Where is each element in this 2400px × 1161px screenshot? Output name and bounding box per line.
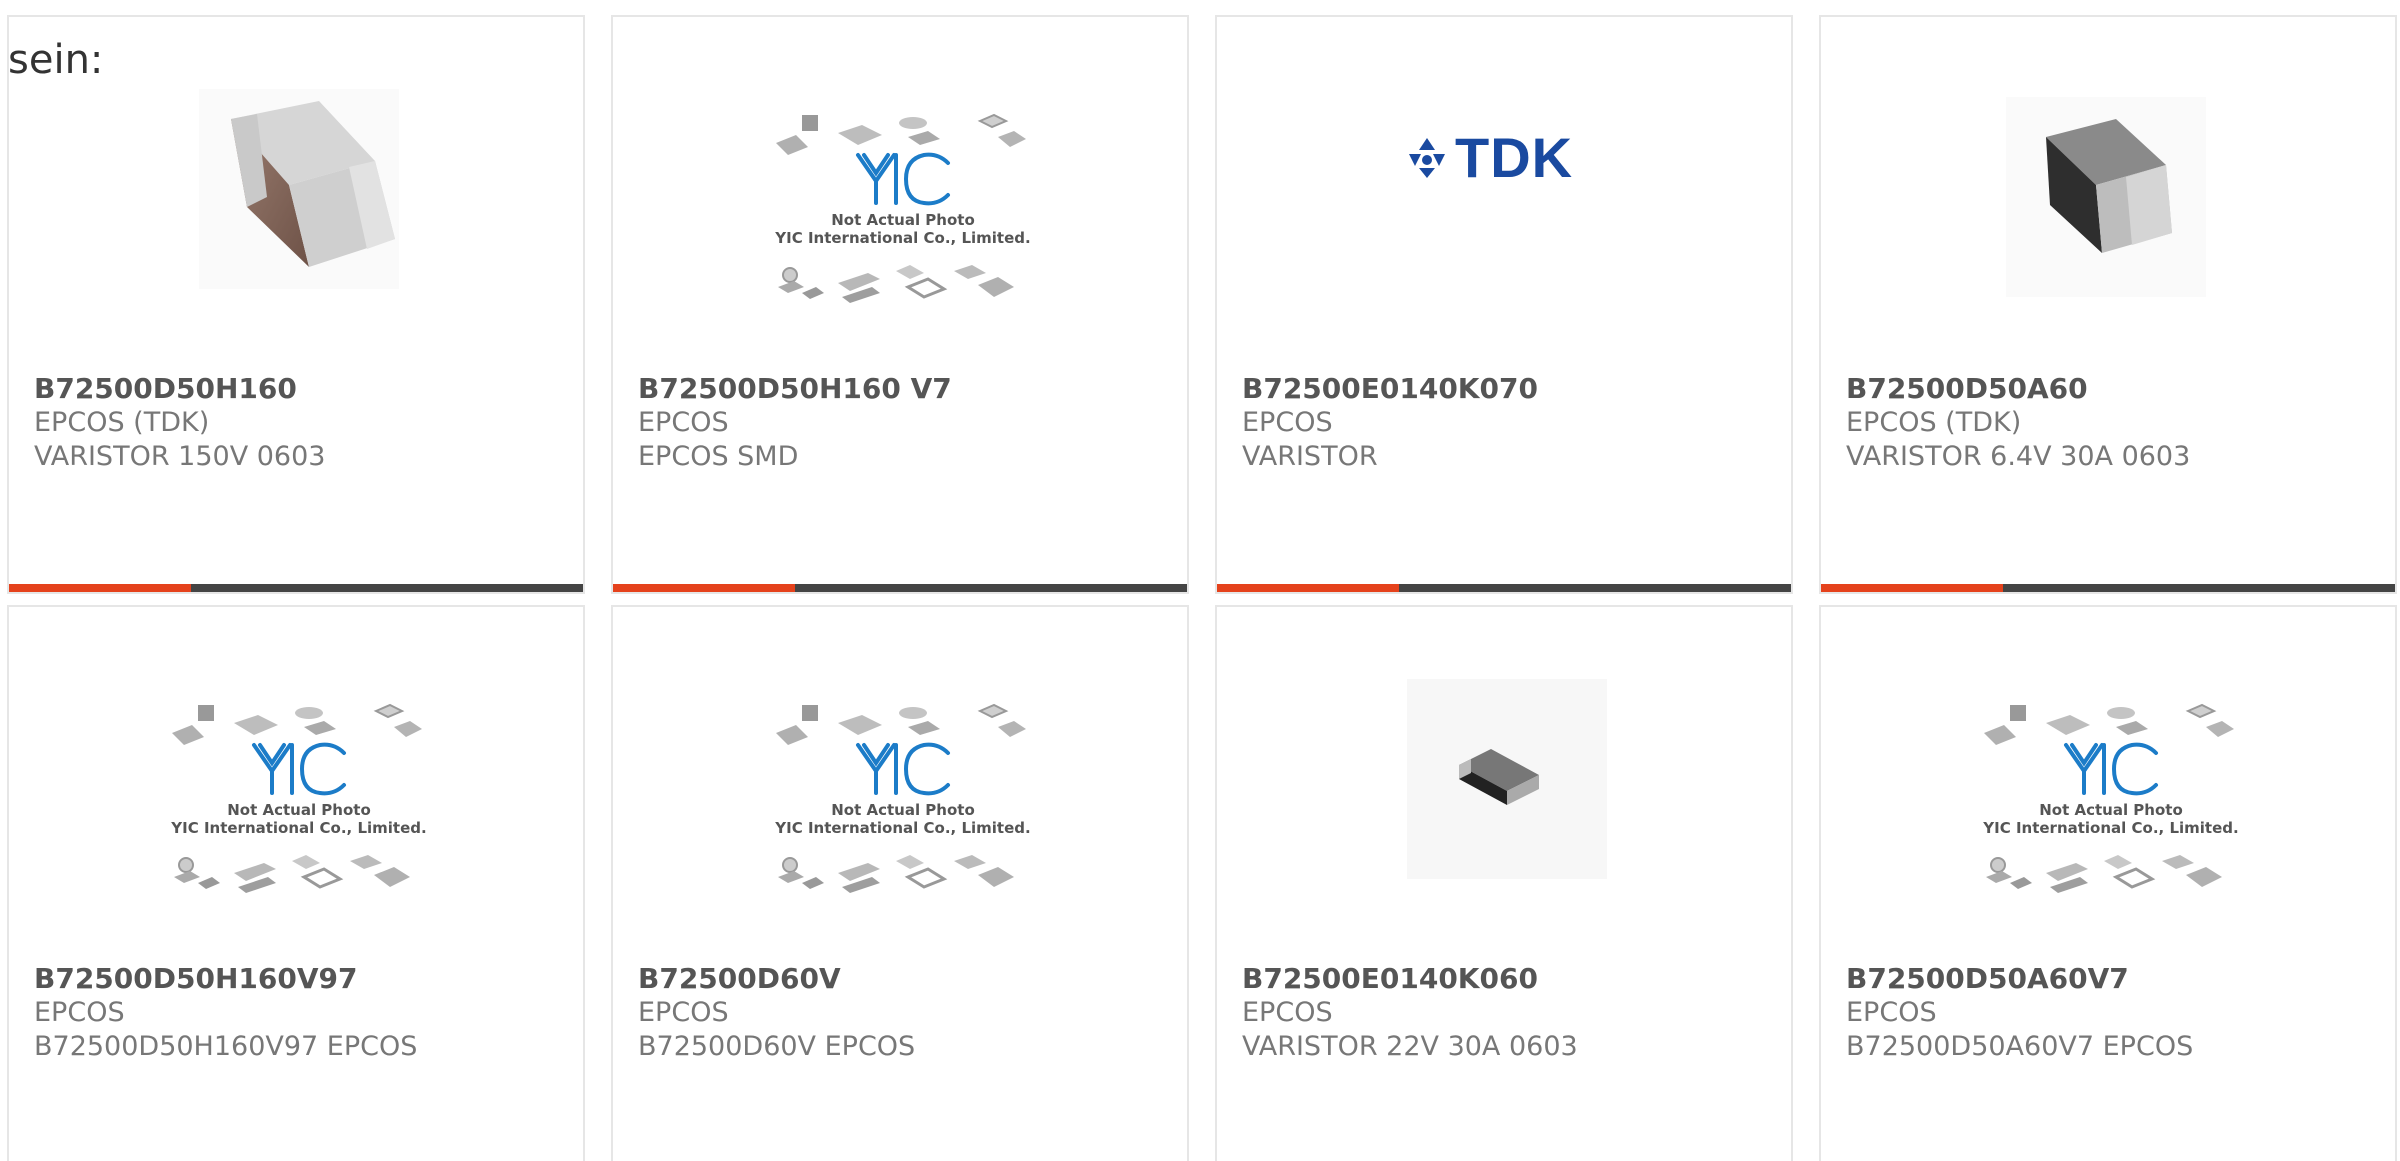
product-manufacturer: EPCOS <box>1846 997 1937 1028</box>
product-card-text: B72500D60V EPCOS B72500D60V EPCOS <box>638 962 1167 1064</box>
card-bottom-bar-accent <box>9 584 191 592</box>
card-bottom-bar-accent <box>613 584 795 592</box>
product-card[interactable]: Not Actual Photo YIC International Co., L… <box>611 15 1189 594</box>
card-bottom-bar <box>1821 584 2395 592</box>
yic-placeholder-image: Not Actual Photo YIC International Co., L… <box>768 107 1038 357</box>
product-part-number[interactable]: B72500D50A60 <box>1846 372 2375 406</box>
product-description: VARISTOR 150V 0603 <box>34 441 326 472</box>
product-card-text: B72500D50H160 V7 EPCOS EPCOS SMD <box>638 372 1167 474</box>
product-part-number[interactable]: B72500D60V <box>638 962 1167 996</box>
placeholder-caption-1: Not Actual Photo <box>831 801 975 819</box>
placeholder-caption-2: YIC International Co., Limited. <box>774 229 1030 247</box>
product-manufacturer: EPCOS <box>1242 997 1333 1028</box>
placeholder-caption-2: YIC International Co., Limited. <box>170 819 426 837</box>
product-card[interactable]: Not Actual Photo YIC International Co., L… <box>1819 605 2397 1161</box>
product-part-number[interactable]: B72500D50H160 <box>34 372 563 406</box>
heading-fragment: sein: <box>8 37 104 83</box>
product-card-text: B72500D50A60 EPCOS (TDK) VARISTOR 6.4V 30A… <box>1846 372 2375 474</box>
tdk-logo-text: TDK <box>1455 126 1574 189</box>
product-card[interactable]: B72500D50A60 EPCOS (TDK) VARISTOR 6.4V 30A… <box>1819 15 2397 594</box>
product-manufacturer: EPCOS <box>638 407 729 438</box>
brown-capacitor-image <box>199 89 399 289</box>
tdk-logo: TDK <box>1405 125 1573 190</box>
product-description: VARISTOR 6.4V 30A 0603 <box>1846 441 2191 472</box>
placeholder-caption-2: YIC International Co., Limited. <box>774 819 1030 837</box>
yic-placeholder-image: Not Actual Photo YIC International Co., L… <box>1976 697 2246 947</box>
product-manufacturer: EPCOS (TDK) <box>34 407 210 438</box>
product-card-text: B72500D50H160 EPCOS (TDK) VARISTOR 150V 06… <box>34 372 563 474</box>
product-card-text: B72500D50A60V7 EPCOS B72500D50A60V7 EPCOS <box>1846 962 2375 1064</box>
card-bottom-bar <box>613 584 1187 592</box>
yic-placeholder-image: Not Actual Photo YIC International Co., L… <box>164 697 434 947</box>
card-bottom-bar <box>9 584 583 592</box>
product-part-number[interactable]: B72500E0140K060 <box>1242 962 1771 996</box>
product-card[interactable]: TDK B72500E0140K070 EPCOS VARISTOR <box>1215 15 1793 594</box>
product-card[interactable]: Not Actual Photo YIC International Co., L… <box>7 605 585 1161</box>
product-manufacturer: EPCOS <box>638 997 729 1028</box>
product-manufacturer: EPCOS <box>1242 407 1333 438</box>
product-card-text: B72500E0140K070 EPCOS VARISTOR <box>1242 372 1771 474</box>
small-black-chip-image <box>1407 679 1607 879</box>
product-part-number[interactable]: B72500D50A60V7 <box>1846 962 2375 996</box>
product-part-number[interactable]: B72500D50H160 V7 <box>638 372 1167 406</box>
product-description: VARISTOR 22V 30A 0603 <box>1242 1031 1578 1062</box>
product-description: B72500D60V EPCOS <box>638 1031 916 1062</box>
product-description: VARISTOR <box>1242 441 1378 472</box>
product-card[interactable]: B72500E0140K060 EPCOS VARISTOR 22V 30A 060… <box>1215 605 1793 1161</box>
placeholder-caption-1: Not Actual Photo <box>227 801 371 819</box>
tdk-emblem-icon <box>1409 137 1445 178</box>
product-card-text: B72500D50H160V97 EPCOS B72500D50H160V97 EP… <box>34 962 563 1064</box>
product-card-text: B72500E0140K060 EPCOS VARISTOR 22V 30A 060… <box>1242 962 1771 1064</box>
card-bottom-bar-accent <box>1821 584 2003 592</box>
product-grid-page: sein: B72500D50H160 EPCOS (TDK) VARISTOR 1… <box>0 0 2400 1161</box>
product-description: EPCOS SMD <box>638 441 799 472</box>
placeholder-caption-1: Not Actual Photo <box>2039 801 2183 819</box>
product-description: B72500D50A60V7 EPCOS <box>1846 1031 2194 1062</box>
black-chip-image <box>2006 97 2206 297</box>
card-bottom-bar-accent <box>1217 584 1399 592</box>
product-card[interactable]: Not Actual Photo YIC International Co., L… <box>611 605 1189 1161</box>
product-manufacturer: EPCOS <box>34 997 125 1028</box>
product-part-number[interactable]: B72500D50H160V97 <box>34 962 563 996</box>
placeholder-caption-2: YIC International Co., Limited. <box>1982 819 2238 837</box>
product-manufacturer: EPCOS (TDK) <box>1846 407 2022 438</box>
card-bottom-bar <box>1217 584 1791 592</box>
product-description: B72500D50H160V97 EPCOS <box>34 1031 418 1062</box>
yic-placeholder-image: Not Actual Photo YIC International Co., L… <box>768 697 1038 947</box>
placeholder-caption-1: Not Actual Photo <box>831 211 975 229</box>
product-part-number[interactable]: B72500E0140K070 <box>1242 372 1771 406</box>
product-card[interactable]: B72500D50H160 EPCOS (TDK) VARISTOR 150V 06… <box>7 15 585 594</box>
